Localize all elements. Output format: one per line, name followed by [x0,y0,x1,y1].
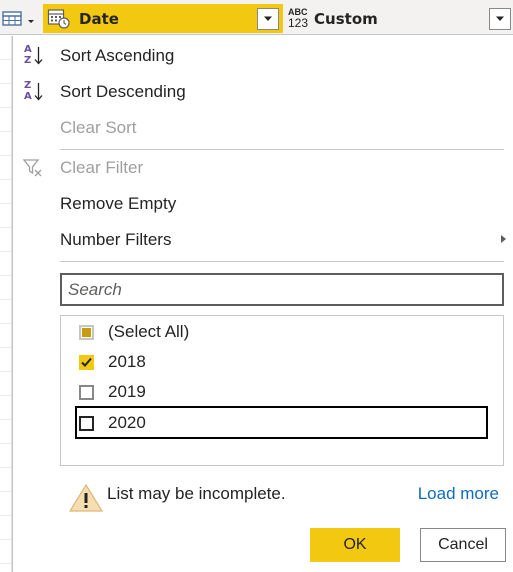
checklist-item-label: (Select All) [108,322,190,341]
checklist-item-2018[interactable]: 2018 [73,349,146,375]
sort-descending-item[interactable]: Z A Sort Descending [13,75,513,109]
chevron-down-icon [264,16,272,21]
values-checklist: (Select All) 2018 2019 2020 [60,315,504,466]
checkbox-unchecked-icon [79,415,94,431]
checklist-item-2020[interactable]: 2020 [73,410,146,436]
custom-column-header[interactable]: ABC 123 Custom [285,4,513,33]
number-filters-label: Number Filters [60,230,172,249]
custom-column-title: Custom [314,9,378,28]
cancel-button[interactable]: Cancel [420,528,506,562]
warning-icon [68,483,104,512]
checklist-item-label: 2020 [108,413,146,432]
table-icon [2,11,22,26]
date-column-filter-button[interactable] [257,8,279,30]
chevron-right-icon [501,235,506,243]
sort-descending-icon: Z A [21,80,45,104]
checklist-item-label: 2018 [108,352,146,371]
sort-ascending-item[interactable]: A Z Sort Ascending [13,39,513,73]
clear-sort-label: Clear Sort [60,118,137,137]
checklist-item-label: 2019 [108,382,146,401]
checklist-item-2019[interactable]: 2019 [73,379,146,405]
column-filter-dropdown: A Z Sort Ascending Z A Sort Descending C… [12,36,513,572]
clear-filter-label: Clear Filter [60,158,144,177]
column-header-bar: Date ABC 123 Custom [0,0,513,35]
date-column-header[interactable]: Date [43,4,283,33]
checkbox-partial-icon [79,324,94,340]
table-grid-edge [0,36,12,572]
custom-column-filter-button[interactable] [489,8,511,30]
checklist-item-select-all[interactable]: (Select All) [73,319,189,345]
abc-123-type-icon: ABC 123 [288,8,309,30]
load-more-link[interactable]: Load more [418,484,499,504]
ok-button[interactable]: OK [310,528,400,562]
checkbox-unchecked-icon [79,384,94,400]
chevron-down-icon [496,16,504,21]
sort-descending-label: Sort Descending [60,82,186,101]
remove-empty-item[interactable]: Remove Empty [13,187,513,221]
sort-ascending-icon: A Z [21,44,45,68]
list-incomplete-message: List may be incomplete. [107,484,286,503]
date-column-title: Date [79,9,119,28]
sort-ascending-label: Sort Ascending [60,46,175,65]
menu-divider [60,149,504,150]
clear-filter-icon [21,156,45,180]
chevron-down-icon [28,20,34,23]
remove-empty-label: Remove Empty [60,194,177,213]
table-menu-button[interactable] [2,6,42,32]
clear-sort-item[interactable]: Clear Sort [13,111,513,145]
clear-filter-item[interactable]: Clear Filter [13,151,513,185]
calendar-clock-icon [47,8,70,29]
menu-divider [60,261,504,262]
search-input[interactable] [60,273,504,306]
checkbox-checked-icon [79,354,94,370]
type-badge-bottom: 123 [288,16,309,30]
number-filters-item[interactable]: Number Filters [13,223,513,257]
